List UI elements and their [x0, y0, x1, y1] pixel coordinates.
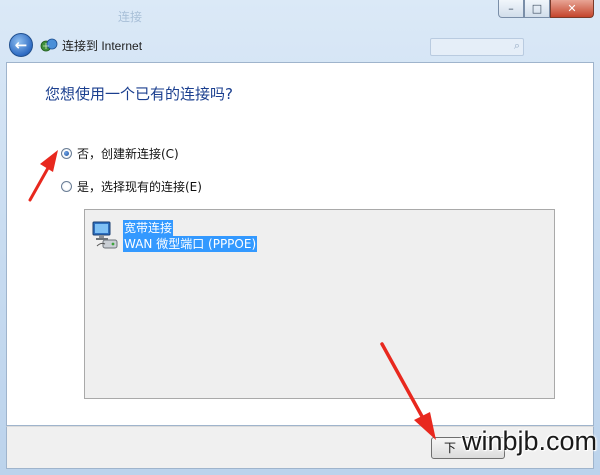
- connection-name: 宽带连接: [123, 220, 174, 236]
- list-item[interactable]: 宽带连接 WAN 微型端口 (PPPOE): [91, 220, 258, 252]
- option-create-new-label: 否，创建新连接(C): [77, 147, 179, 161]
- window-controls: – □ ✕: [498, 0, 594, 19]
- radio-create-new[interactable]: [61, 148, 72, 159]
- page-heading: 您想使用一个已有的连接吗?: [45, 85, 233, 103]
- radio-use-existing[interactable]: [61, 181, 72, 192]
- close-button[interactable]: ✕: [550, 0, 594, 18]
- option-use-existing[interactable]: 是，选择现有的连接(E): [61, 178, 202, 195]
- window-title-ghost: 连接: [118, 10, 143, 24]
- option-use-existing-label: 是，选择现有的连接(E): [77, 180, 202, 194]
- title-bar: 连接 – □ ✕: [0, 0, 600, 28]
- watermark: winbjb.com: [462, 426, 598, 456]
- wizard-content: 您想使用一个已有的连接吗? 否，创建新连接(C) 是，选择现有的连接(E) 宽带…: [6, 62, 594, 426]
- connection-device: WAN 微型端口 (PPPOE): [123, 236, 258, 252]
- minimize-button[interactable]: –: [498, 0, 524, 18]
- connection-list[interactable]: 宽带连接 WAN 微型端口 (PPPOE): [84, 209, 555, 399]
- broadband-connection-icon: [92, 221, 118, 249]
- back-arrow-icon: ←: [14, 36, 28, 54]
- option-create-new[interactable]: 否，创建新连接(C): [61, 145, 179, 162]
- maximize-button[interactable]: □: [524, 0, 550, 18]
- network-icon: [40, 38, 58, 52]
- back-button[interactable]: ←: [9, 33, 33, 57]
- window-frame: 连接 – □ ✕ ⌕ ← 连接到 Internet 您想使用一个已有的连接吗? …: [0, 0, 600, 475]
- navigation-bar: ← 连接到 Internet: [0, 28, 600, 62]
- wizard-title: 连接到 Internet: [62, 39, 143, 53]
